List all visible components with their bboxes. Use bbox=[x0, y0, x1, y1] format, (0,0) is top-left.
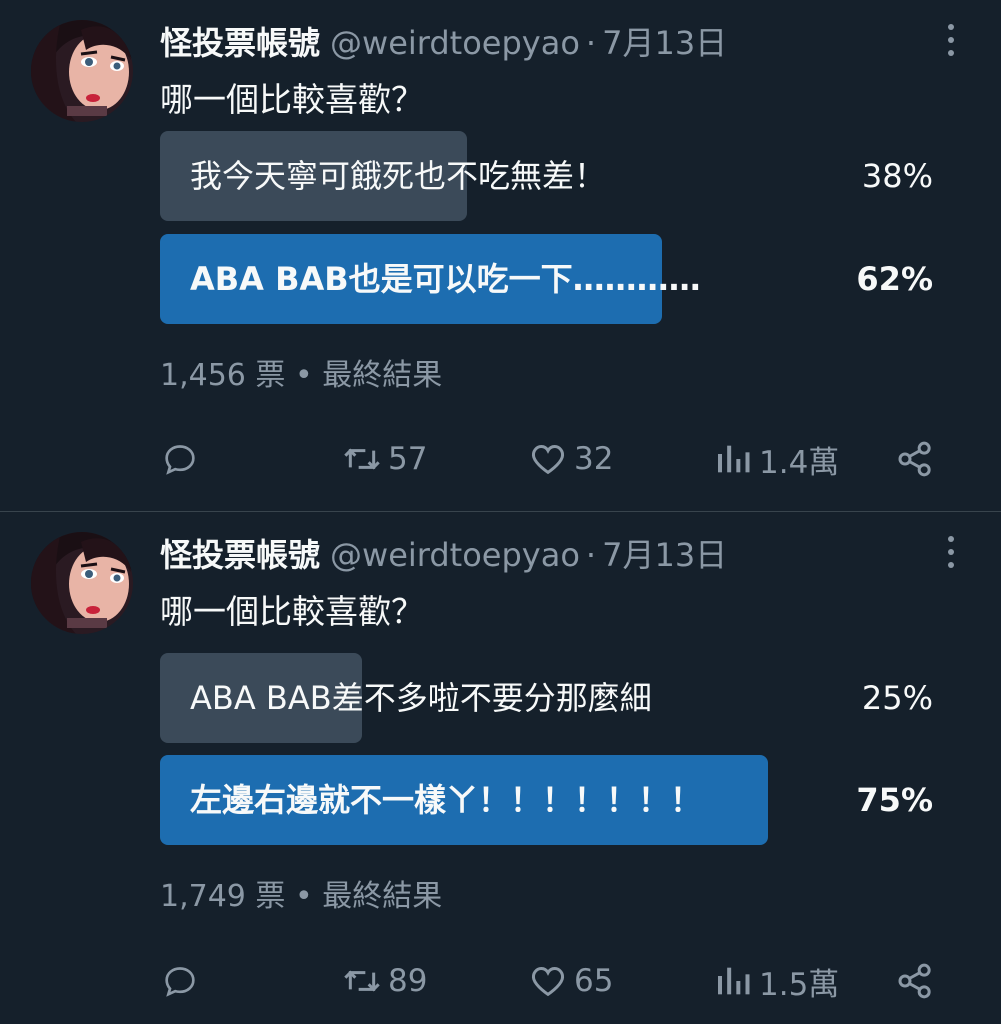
retweet-button[interactable]: 89 bbox=[342, 956, 427, 1006]
share-icon bbox=[898, 441, 931, 477]
author-name[interactable]: 怪投票帳號 bbox=[160, 18, 320, 64]
retweet-count: 57 bbox=[388, 441, 428, 477]
views-icon bbox=[718, 445, 750, 473]
poll-option-label: 左邊右邊就不一樣ㄚ！！！！！！！ bbox=[190, 781, 703, 819]
poll-option-label: ABA BAB也是可以吃一下………… bbox=[190, 260, 701, 298]
poll-option-winner: 左邊右邊就不一樣ㄚ！！！！！！！ 75% bbox=[160, 755, 933, 845]
more-icon[interactable] bbox=[941, 20, 961, 60]
vote-count: 1,749 票 bbox=[160, 879, 286, 914]
reply-button[interactable] bbox=[160, 434, 206, 484]
poll-option-winner: ABA BAB也是可以吃一下………… 62% bbox=[160, 234, 933, 324]
tweet-date[interactable]: 7月13日 bbox=[602, 18, 727, 64]
retweet-icon bbox=[344, 448, 380, 470]
poll-option-percent: 75% bbox=[856, 781, 933, 819]
view-count: 1.4萬 bbox=[759, 444, 840, 481]
views-button[interactable]: 1.5萬 bbox=[713, 956, 839, 1006]
poll-option-label: 我今天寧可餓死也不吃無差！ bbox=[190, 157, 607, 195]
reply-icon bbox=[165, 445, 195, 475]
poll-option: ABA BAB差不多啦不要分那麼細 25% bbox=[160, 653, 933, 743]
like-button[interactable]: 32 bbox=[528, 434, 613, 484]
author-name[interactable]: 怪投票帳號 bbox=[160, 530, 320, 576]
tweet-date[interactable]: 7月13日 bbox=[602, 530, 727, 576]
retweet-button[interactable]: 57 bbox=[342, 434, 427, 484]
view-count: 1.5萬 bbox=[759, 966, 840, 1003]
tweet[interactable]: 怪投票帳號 @weirdtoepyao · 7月13日 哪一個比較喜歡？ 我今天… bbox=[0, 0, 1001, 511]
retweet-icon bbox=[344, 970, 380, 992]
avatar[interactable] bbox=[31, 20, 133, 122]
tweet-header: 怪投票帳號 @weirdtoepyao · 7月13日 bbox=[160, 18, 727, 64]
reply-button[interactable] bbox=[160, 956, 206, 1006]
like-count: 65 bbox=[574, 963, 614, 999]
tweet-header: 怪投票帳號 @weirdtoepyao · 7月13日 bbox=[160, 530, 727, 576]
avatar[interactable] bbox=[31, 532, 133, 634]
poll-status: 最終結果 bbox=[322, 879, 443, 914]
more-icon[interactable] bbox=[941, 532, 961, 572]
poll-question: 哪一個比較喜歡？ bbox=[160, 80, 424, 119]
like-button[interactable]: 65 bbox=[528, 956, 613, 1006]
poll-meta: 1,456 票 • 最終結果 bbox=[160, 350, 442, 394]
poll-option-label: ABA BAB差不多啦不要分那麼細 bbox=[190, 679, 652, 717]
action-bar: 89 65 1.5萬 bbox=[160, 956, 940, 1006]
poll-meta: 1,749 票 • 最終結果 bbox=[160, 871, 442, 915]
share-icon bbox=[898, 963, 931, 999]
poll-status: 最終結果 bbox=[322, 358, 443, 393]
like-count: 32 bbox=[574, 441, 614, 477]
vote-count: 1,456 票 bbox=[160, 358, 286, 393]
poll-option-percent: 38% bbox=[861, 157, 933, 195]
poll-option-percent: 62% bbox=[856, 260, 933, 298]
author-handle[interactable]: @weirdtoepyao bbox=[330, 536, 580, 574]
action-bar: 57 32 1.4萬 bbox=[160, 434, 940, 484]
poll-option-percent: 25% bbox=[861, 679, 933, 717]
separator: · bbox=[585, 536, 597, 574]
share-button[interactable] bbox=[895, 434, 941, 484]
meta-separator: • bbox=[294, 358, 323, 393]
heart-icon bbox=[531, 444, 565, 475]
reply-icon bbox=[165, 967, 195, 997]
meta-separator: • bbox=[294, 879, 323, 914]
views-button[interactable]: 1.4萬 bbox=[713, 434, 839, 484]
tweet[interactable]: 怪投票帳號 @weirdtoepyao · 7月13日 哪一個比較喜歡？ ABA… bbox=[0, 511, 1001, 1022]
separator: · bbox=[585, 24, 597, 62]
author-handle[interactable]: @weirdtoepyao bbox=[330, 24, 580, 62]
heart-icon bbox=[531, 966, 565, 997]
retweet-count: 89 bbox=[388, 963, 428, 999]
share-button[interactable] bbox=[895, 956, 941, 1006]
poll-option: 我今天寧可餓死也不吃無差！ 38% bbox=[160, 131, 933, 221]
views-icon bbox=[718, 967, 750, 995]
poll-question: 哪一個比較喜歡？ bbox=[160, 592, 424, 631]
